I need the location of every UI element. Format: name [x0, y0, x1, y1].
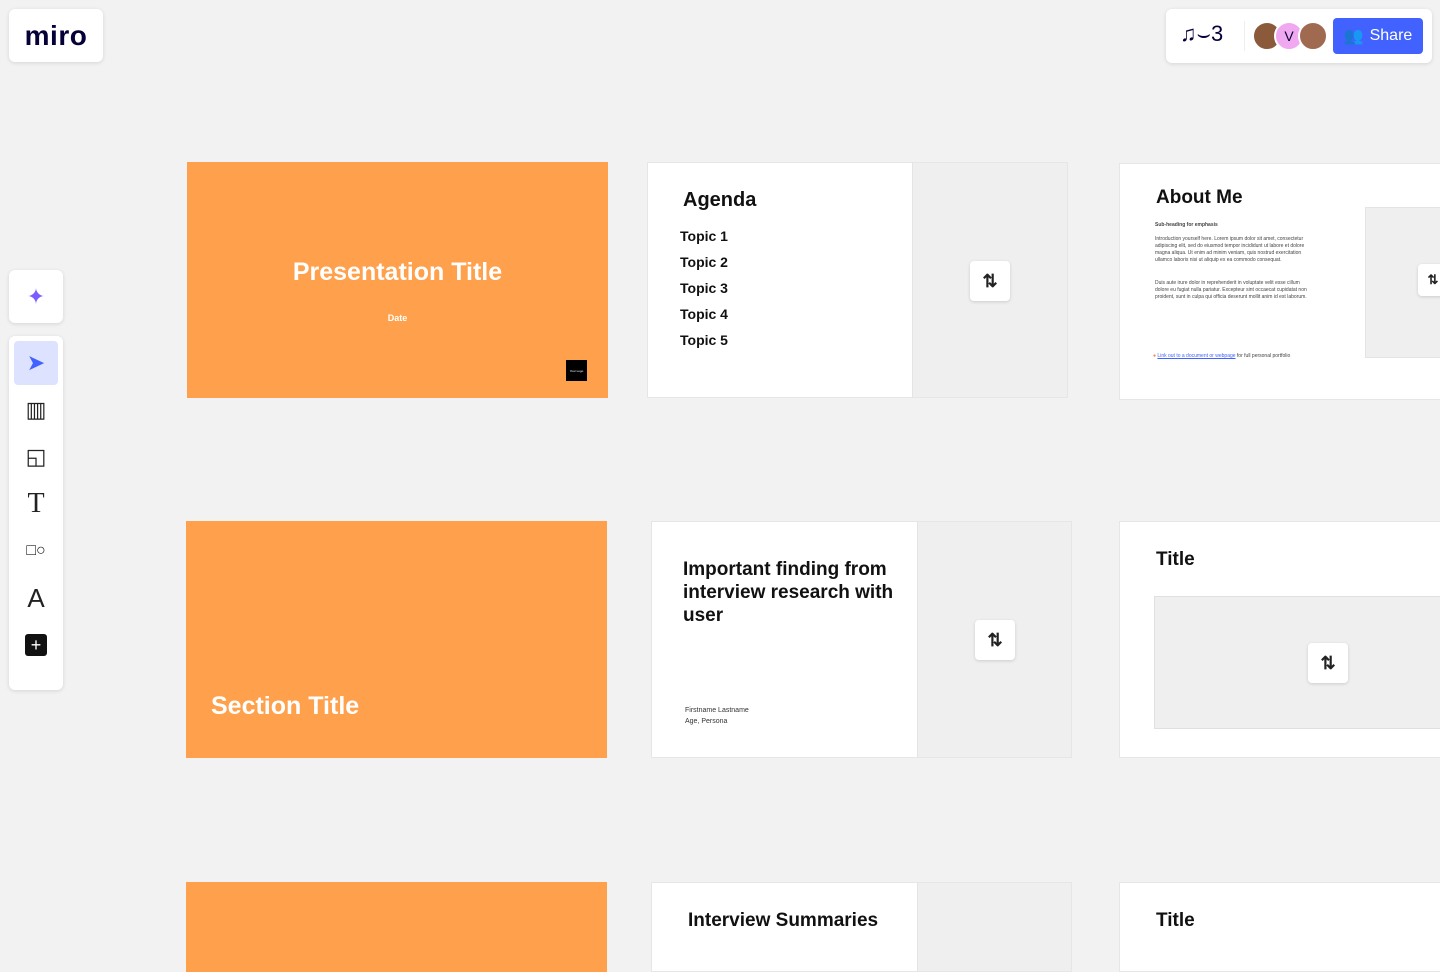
share-button[interactable]: 👥 Share	[1333, 18, 1423, 54]
miro-logo: miro	[24, 19, 88, 51]
frame-title: Title	[1156, 549, 1195, 570]
persona-meta: Age, Persona	[685, 718, 728, 725]
toolbar: ➤ ▥ ◱ T □○ A +	[9, 336, 63, 690]
persona-name: Firstname Lastname	[685, 707, 749, 714]
frame-title: Title	[1156, 910, 1195, 931]
templates-icon[interactable]: ▥	[14, 388, 58, 432]
agenda-topic: Topic 5	[680, 332, 728, 348]
portfolio-link-row: ● Link out to a document or webpage for …	[1153, 353, 1291, 359]
logo-box[interactable]: miro	[9, 9, 103, 62]
portfolio-link[interactable]: Link out to a document or webpage	[1157, 353, 1235, 359]
select-tool[interactable]: ➤	[14, 341, 58, 385]
frame-title-image[interactable]: Title ⇅	[1119, 521, 1440, 758]
reactions-icon[interactable]: ♫⌣3	[1180, 21, 1223, 47]
about-paragraph: Introduction yourself here. Lorem ipsum …	[1155, 236, 1305, 263]
slide-title: Presentation Title	[292, 258, 503, 286]
agenda-topic: Topic 4	[680, 306, 728, 322]
about-title: About Me	[1156, 187, 1243, 208]
slide-date: Date	[387, 313, 408, 323]
swap-image-icon[interactable]: ⇅	[970, 261, 1010, 301]
frame-agenda[interactable]: Agenda Topic 1 Topic 2 Topic 3 Topic 4 T…	[647, 162, 1068, 398]
shapes-icon[interactable]: □○	[14, 529, 58, 573]
swap-image-icon[interactable]: ⇅	[975, 620, 1015, 660]
frame-title-slide[interactable]: Presentation Title Date Your Logo	[187, 162, 608, 398]
agenda-topic: Topic 1	[680, 228, 728, 244]
agenda-title: Agenda	[683, 189, 757, 211]
image-placeholder	[917, 883, 1071, 971]
frame-section[interactable]: Section Title	[186, 521, 607, 758]
text-icon[interactable]: T	[14, 482, 58, 526]
frame-summaries[interactable]: Interview Summaries	[651, 882, 1072, 972]
frame-finding[interactable]: Important finding from interview researc…	[651, 521, 1072, 758]
agenda-topic: Topic 2	[680, 254, 728, 270]
summaries-title: Interview Summaries	[688, 910, 879, 931]
top-right-bar: ♫⌣3 V 👥 Share	[1166, 9, 1432, 63]
about-subheading: Sub-heading for emphasis	[1155, 222, 1218, 228]
swap-image-icon[interactable]: ⇅	[1308, 643, 1348, 683]
logo-placeholder: Your Logo	[566, 360, 587, 381]
frame-title-3[interactable]: Title	[1119, 882, 1440, 972]
add-icon[interactable]: +	[14, 623, 58, 667]
image-placeholder: ⇅	[1154, 596, 1440, 729]
image-placeholder: ⇅	[917, 522, 1071, 757]
ai-assist-button[interactable]: ✦	[9, 270, 63, 323]
finding-title: Important finding from interview researc…	[683, 559, 894, 626]
image-placeholder: ⇅	[912, 163, 1067, 397]
frame-section-2[interactable]	[186, 882, 607, 972]
avatar[interactable]	[1298, 21, 1328, 51]
section-title: Section Title	[211, 692, 360, 720]
swap-image-icon[interactable]: ⇅	[1418, 264, 1440, 296]
about-paragraph: Duis aute irure dolor in reprehenderit i…	[1155, 280, 1307, 300]
pen-icon[interactable]: A	[14, 576, 58, 620]
frame-about-me[interactable]: About Me Sub-heading for emphasis Introd…	[1119, 163, 1440, 400]
image-placeholder: ⇅	[1365, 207, 1440, 358]
agenda-topic: Topic 3	[680, 280, 728, 296]
users-icon: 👥	[1343, 28, 1364, 45]
sticky-note-icon[interactable]: ◱	[14, 435, 58, 479]
sparkle-icon: ✦	[26, 283, 46, 309]
